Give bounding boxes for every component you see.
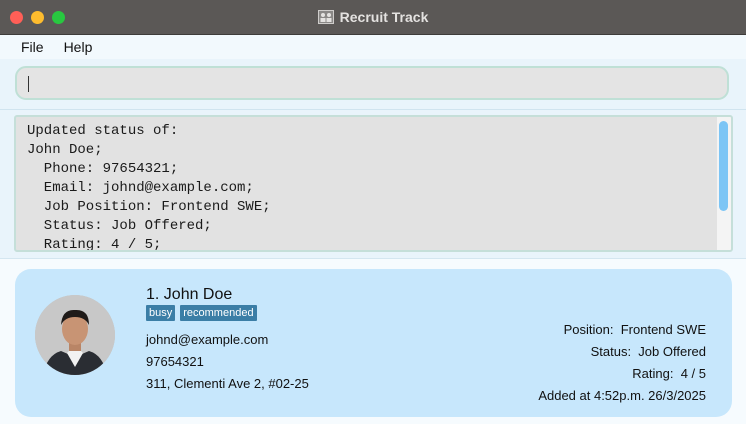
person-phone: 97654321 (146, 354, 204, 369)
rating-value: 4 / 5 (680, 366, 706, 381)
menu-help[interactable]: Help (54, 35, 103, 59)
person-address: 311, Clementi Ave 2, #02-25 (146, 376, 309, 391)
rating-row: Rating: 4 / 5 (538, 363, 706, 385)
menu-bar: File Help (0, 35, 746, 59)
added-timestamp: Added at 4:52p.m. 26/3/2025 (538, 388, 706, 403)
result-text: Updated status of: John Doe; Phone: 9765… (27, 123, 271, 252)
rating-label: Rating: (632, 366, 674, 381)
app-icon (317, 10, 334, 24)
position-value: Frontend SWE (620, 322, 706, 337)
status-label: Status: (590, 344, 632, 359)
tag-list: busy recommended (146, 305, 257, 321)
person-list: 1. John Doe busy recommended johnd@examp… (0, 258, 746, 424)
command-input[interactable] (15, 66, 729, 100)
result-display[interactable]: Updated status of: John Doe; Phone: 9765… (14, 115, 733, 252)
text-caret (28, 76, 29, 92)
result-scroll-thumb[interactable] (719, 121, 728, 211)
status-value: Job Offered (638, 344, 706, 359)
tag-busy: busy (146, 305, 176, 321)
position-row: Position: Frontend SWE (538, 319, 706, 341)
position-label: Position: (563, 322, 614, 337)
status-row: Status: Job Offered (538, 341, 706, 363)
tag-recommended: recommended (180, 305, 257, 321)
result-display-area: Updated status of: John Doe; Phone: 9765… (0, 109, 746, 258)
person-email: johnd@example.com (146, 332, 269, 347)
avatar-illustration (35, 295, 115, 375)
result-scrollbar[interactable] (717, 117, 731, 250)
title-bar: Recruit Track (0, 0, 746, 35)
window-title-group: Recruit Track (0, 0, 746, 34)
window-title: Recruit Track (339, 9, 429, 25)
menu-file[interactable]: File (0, 35, 54, 59)
command-area (0, 59, 746, 109)
person-card[interactable]: 1. John Doe busy recommended johnd@examp… (15, 269, 732, 417)
person-name: 1. John Doe (146, 286, 233, 303)
person-details: Position: Frontend SWE Status: Job Offer… (538, 319, 706, 407)
avatar-photo (35, 295, 115, 375)
